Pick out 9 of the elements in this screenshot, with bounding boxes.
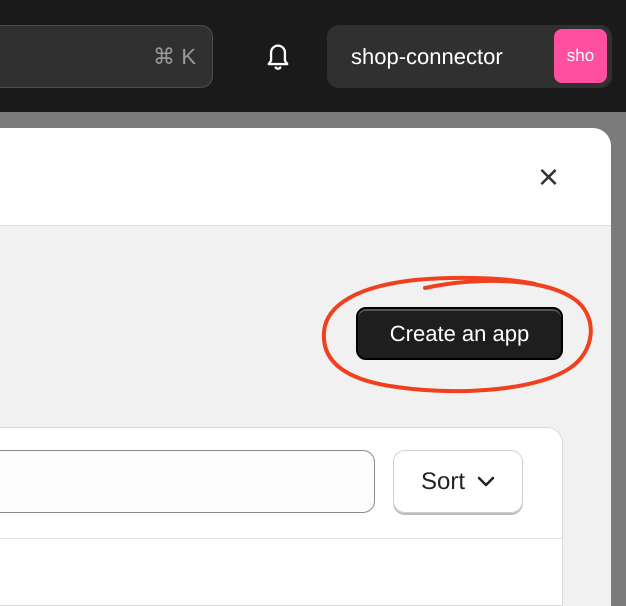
chevron-down-icon	[477, 476, 495, 487]
close-button[interactable]: ×	[538, 158, 559, 194]
search-field[interactable]: ⌘ K	[0, 24, 213, 88]
store-button[interactable]: shop-connector sho	[327, 24, 612, 88]
shortcut-hint: ⌘ K	[153, 42, 196, 70]
store-avatar: sho	[554, 29, 607, 83]
create-app-button[interactable]: Create an app	[356, 307, 563, 360]
sort-button[interactable]: Sort	[393, 450, 523, 513]
search-field[interactable]	[0, 450, 375, 513]
